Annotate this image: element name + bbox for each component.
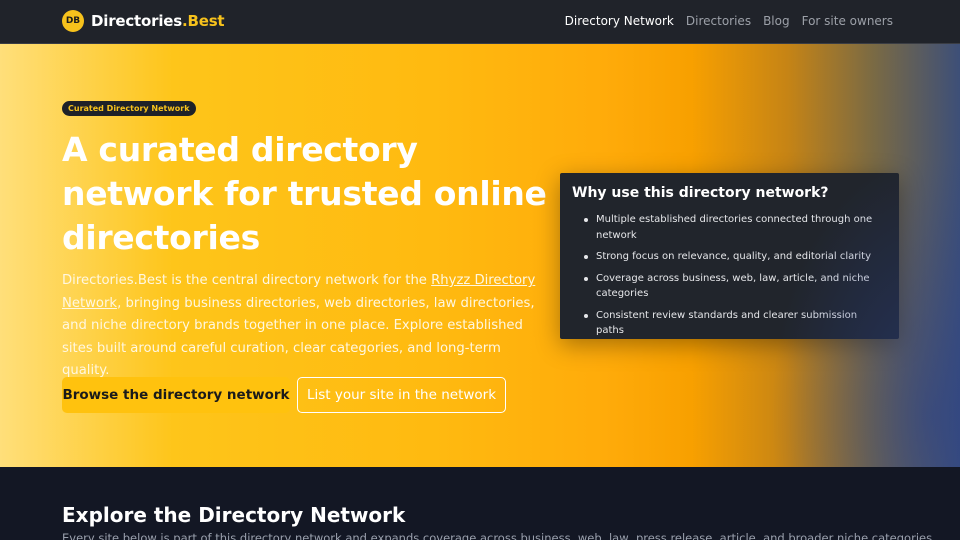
- brand-logo-link[interactable]: DB Directories.Best: [62, 10, 225, 32]
- list-item: Coverage across business, web, law, arti…: [584, 271, 887, 302]
- explore-title: Explore the Directory Network: [62, 503, 406, 527]
- hero-section: Curated Directory Network A curated dire…: [0, 44, 960, 467]
- brand-name: Directories.Best: [91, 12, 225, 30]
- nav-link-for-site-owners[interactable]: For site owners: [802, 14, 893, 28]
- top-navbar: DB Directories.Best Directory Network Di…: [0, 0, 960, 44]
- nav-link-directories[interactable]: Directories: [686, 14, 751, 28]
- hero-headline: A curated directory network for trusted …: [62, 130, 547, 257]
- browse-network-button[interactable]: Browse the directory network: [62, 377, 290, 413]
- nav-link-directory-network[interactable]: Directory Network: [565, 14, 674, 28]
- hero-badge: Curated Directory Network: [62, 101, 196, 116]
- card-title: Why use this directory network?: [572, 185, 829, 201]
- explore-subtitle: Every site below is part of this directo…: [62, 531, 936, 540]
- list-item: Multiple established directories connect…: [584, 212, 887, 243]
- nav-link-blog[interactable]: Blog: [763, 14, 790, 28]
- hero-lead-text-before: Directories.Best is the central director…: [62, 273, 432, 288]
- main-nav: Directory Network Directories Blog For s…: [565, 14, 893, 28]
- brand-name-suffix: .Best: [181, 12, 225, 30]
- benefits-list: Multiple established directories connect…: [572, 212, 887, 339]
- list-item: Consistent review standards and clearer …: [584, 308, 887, 339]
- list-site-button[interactable]: List your site in the network: [297, 377, 506, 413]
- logo-badge-icon: DB: [62, 10, 84, 32]
- why-use-card: Why use this directory network? Multiple…: [560, 173, 899, 339]
- explore-section: Explore the Directory Network Every site…: [0, 467, 960, 540]
- hero-lead-text-after: , bringing business directories, web dir…: [62, 295, 535, 379]
- hero-lead: Directories.Best is the central director…: [62, 270, 552, 383]
- brand-name-main: Directories: [91, 12, 182, 30]
- list-item: Strong focus on relevance, quality, and …: [584, 249, 887, 265]
